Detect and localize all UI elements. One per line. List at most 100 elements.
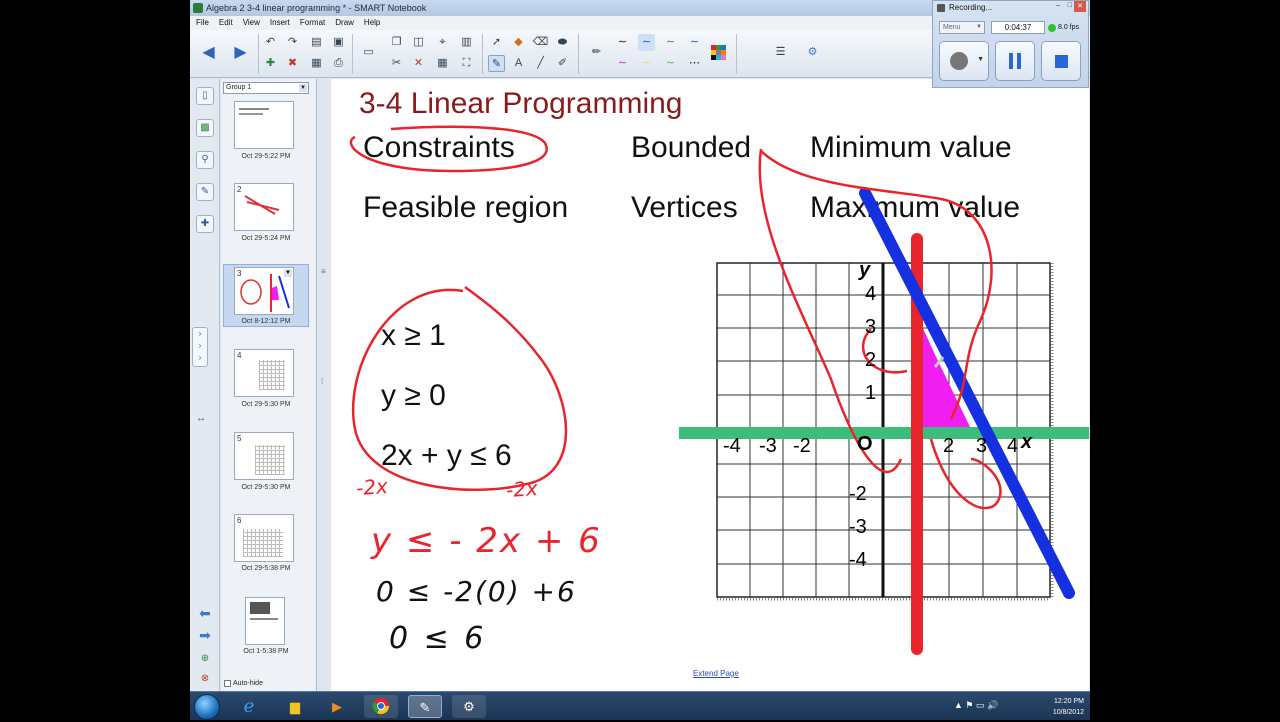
redo-icon[interactable]: ↷	[284, 34, 301, 51]
save-icon[interactable]: ▦	[308, 55, 325, 72]
delete-page-icon[interactable]: ✖	[284, 55, 301, 72]
back-icon[interactable]: ◀	[200, 44, 217, 61]
fullscreen-icon[interactable]: ⛶	[458, 55, 475, 72]
pause-button[interactable]	[995, 41, 1035, 81]
pen-style-black[interactable]: ∼	[614, 34, 631, 51]
delete-page-side-icon[interactable]: ⊗	[196, 671, 214, 689]
autohide-checkbox[interactable]	[224, 680, 231, 687]
recorder-icon[interactable]: ⚙	[452, 695, 486, 718]
media-player-icon[interactable]: ▶	[320, 695, 354, 718]
divider-grip-icon: ≡	[321, 267, 326, 276]
chrome-glyph	[372, 698, 390, 715]
chevron-down-icon: ▼	[976, 24, 982, 30]
start-button[interactable]	[194, 694, 220, 720]
fill-icon[interactable]: ⬬	[554, 34, 571, 51]
gallery-insert-icon[interactable]: ◫	[410, 34, 427, 51]
sidebar-tabs: ▯ ▩ ⚲ ✎ ✚ › › › ↔ ⬅ ➡ ⊕ ⊗	[190, 79, 220, 691]
collapse-sidebar-icon[interactable]: › › ›	[192, 327, 208, 367]
line-icon[interactable]: ╱	[532, 55, 549, 72]
page-menu-chevron-icon[interactable]: ▼	[284, 269, 292, 277]
pen-style-magenta[interactable]: ∼	[614, 55, 631, 72]
screen-recorder-widget: Recording... – □ ✕ Menu ▼ 0:04:37 8.0 fp…	[932, 0, 1089, 88]
page-thumbnail-5[interactable]: 5	[234, 432, 294, 480]
cut-icon[interactable]: ✂	[388, 55, 405, 72]
x-tick-neg-2: -2	[793, 435, 811, 457]
magic-pen-icon[interactable]: ✐	[554, 55, 571, 72]
line-style-icon[interactable]: ☰	[772, 44, 789, 61]
panel-divider[interactable]: ≡ ⁞	[318, 79, 330, 691]
chevron-down-icon: ▼	[977, 56, 984, 63]
new-page-icon[interactable]: ▤	[308, 34, 325, 51]
recorder-maximize-button[interactable]: □	[1068, 2, 1072, 9]
page-thumbnail-2[interactable]: 2	[234, 183, 294, 231]
page-thumbnail-3[interactable]: 3 ▼	[234, 267, 294, 315]
x-tick-3: 3	[976, 435, 988, 457]
color-palette-icon[interactable]	[710, 44, 727, 61]
page-title: 3-4 Linear Programming	[359, 87, 683, 120]
table-icon-2[interactable]: ▦	[434, 55, 451, 72]
menu-edit[interactable]: Edit	[219, 16, 233, 30]
pen-style-dashed[interactable]: ⋯	[686, 55, 703, 72]
next-page-icon[interactable]: ➡	[196, 627, 214, 645]
menu-file[interactable]: File	[196, 16, 209, 30]
eraser-icon[interactable]: ⌫	[532, 34, 549, 51]
recording-fps: 8.0 fps	[1047, 21, 1085, 34]
menu-format[interactable]: Format	[300, 16, 325, 30]
recorder-minimize-button[interactable]: –	[1056, 2, 1060, 9]
page-thumbnail-4[interactable]: 4	[234, 349, 294, 397]
tray-icons[interactable]: ▲ ⚑ ▭ 🔊	[954, 700, 998, 711]
ie-icon[interactable]: ℯ	[232, 695, 266, 718]
stop-button[interactable]	[1041, 41, 1081, 81]
menu-help[interactable]: Help	[364, 16, 380, 30]
page-number: 6	[237, 516, 242, 525]
open-icon[interactable]: ▣	[330, 34, 347, 51]
pen-style-green[interactable]: ∼	[662, 34, 679, 51]
gallery-icon[interactable]: ▩	[196, 119, 214, 137]
page-thumbnail-7[interactable]	[245, 597, 285, 645]
menu-insert[interactable]: Insert	[270, 16, 290, 30]
extend-page-link[interactable]: Extend Page	[693, 669, 739, 678]
notebook-icon[interactable]: ✎	[408, 695, 442, 718]
clock-time[interactable]: 12:20 PM	[1054, 696, 1084, 707]
forward-icon[interactable]: ▶	[232, 44, 249, 61]
delete-icon[interactable]: ✕	[410, 55, 427, 72]
print-icon[interactable]: ⎙	[330, 55, 347, 72]
text-icon[interactable]: A	[510, 55, 527, 72]
properties-icon[interactable]: ⚙	[804, 44, 821, 61]
clock-date[interactable]: 10/8/2012	[1053, 707, 1084, 718]
explorer-icon[interactable]: ▆	[278, 695, 312, 718]
shapes-icon[interactable]: ◆	[510, 34, 527, 51]
autohide-toggle[interactable]: Auto-hide	[224, 680, 263, 687]
page-thumbnail-1[interactable]	[234, 101, 294, 149]
paste-icon[interactable]: ❐	[388, 34, 405, 51]
recorder-close-button[interactable]: ✕	[1074, 1, 1086, 12]
add-page-side-icon[interactable]: ⊕	[196, 651, 214, 669]
whiteboard-canvas[interactable]: 3-4 Linear Programming Constraints Bound…	[331, 79, 1089, 691]
add-page-icon[interactable]: ✚	[262, 55, 279, 72]
addons-icon[interactable]: ✚	[196, 215, 214, 233]
menu-view[interactable]: View	[243, 16, 260, 30]
pen-style-yellow[interactable]: ∼	[638, 55, 655, 72]
group-dropdown[interactable]: Group 1 ▼	[223, 82, 309, 94]
screenshade-icon[interactable]: ▭	[360, 44, 377, 61]
properties-tab-icon[interactable]: ✎	[196, 183, 214, 201]
menu-draw[interactable]: Draw	[335, 16, 354, 30]
select-icon[interactable]: ➚	[488, 34, 505, 51]
pen-style-icon[interactable]: ✏	[588, 44, 605, 61]
pen-style-blue[interactable]: ∼	[638, 34, 655, 51]
resize-arrows-icon[interactable]: ↔	[196, 413, 206, 424]
page-sorter-icon[interactable]: ▯	[196, 87, 214, 105]
pen-style-lime[interactable]: ∼	[662, 55, 679, 72]
table-icon[interactable]: ▥	[458, 34, 475, 51]
prev-page-icon[interactable]: ⬅	[196, 605, 214, 623]
undo-icon[interactable]: ↶	[262, 34, 279, 51]
chrome-icon[interactable]	[364, 695, 398, 718]
capture-icon[interactable]: ⌖	[434, 34, 451, 51]
attachments-icon[interactable]: ⚲	[196, 151, 214, 169]
pen-style-blue-2[interactable]: ∼	[686, 34, 703, 51]
record-button[interactable]: ▼	[939, 41, 989, 81]
recorder-menu-dropdown[interactable]: Menu ▼	[939, 21, 985, 34]
page-thumbnail-6[interactable]: 6	[234, 514, 294, 562]
autohide-label: Auto-hide	[233, 680, 263, 687]
pen-icon[interactable]: ✎	[488, 55, 505, 72]
